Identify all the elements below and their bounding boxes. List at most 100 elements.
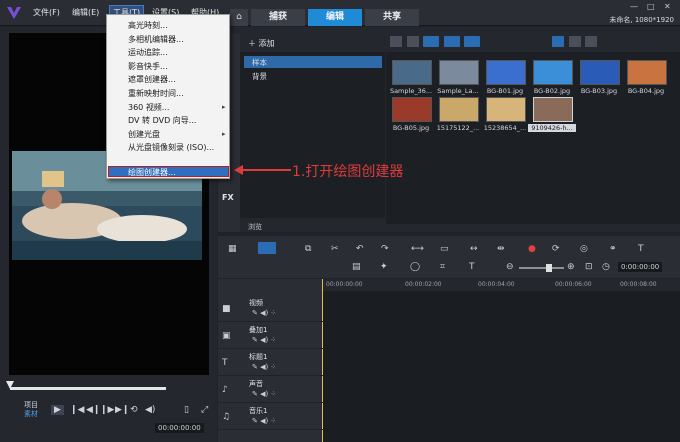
tools-menu-item[interactable]: 高光時刻...: [128, 20, 168, 31]
close-button[interactable]: ✕: [664, 2, 671, 11]
snapshot-icon[interactable]: ▭: [440, 244, 449, 254]
tools-menu-item[interactable]: 360 视频...: [128, 102, 169, 113]
fit-icon[interactable]: ⟷: [411, 244, 424, 254]
sort-icon[interactable]: [585, 36, 598, 47]
crop-icon[interactable]: ⌗: [440, 262, 445, 272]
thumbnail-label: BG-B03.jpg: [580, 87, 618, 95]
track-controls[interactable]: ✎ ◀) ⁘: [252, 336, 276, 344]
redo-icon[interactable]: ↷: [381, 244, 389, 254]
menu-file[interactable]: 文件(F): [33, 7, 60, 18]
thumbnail-label: BG-B01.jpg: [486, 87, 524, 95]
menu-item-paint-creator[interactable]: 绘图创建器...: [128, 167, 176, 178]
tab-share[interactable]: 共享: [365, 9, 419, 26]
title-track-icon: T: [222, 358, 228, 368]
mixer-icon[interactable]: ◎: [580, 244, 588, 254]
media-thumbnail[interactable]: [439, 97, 479, 122]
ruler-tick-label: 00:00:02:00: [405, 281, 442, 288]
link-icon[interactable]: ⚭: [609, 244, 617, 254]
record-icon[interactable]: ●: [528, 244, 536, 254]
tools-menu-item[interactable]: 影音快手...: [128, 61, 168, 72]
zoom-out-icon[interactable]: ⊖: [506, 262, 514, 272]
step-forward-icon[interactable]: ❙▶: [100, 405, 114, 415]
copy-icon[interactable]: ⧉: [305, 244, 311, 254]
effects-icon[interactable]: ✦: [380, 262, 388, 272]
media-thumbnail[interactable]: [580, 60, 620, 85]
zoom-slider[interactable]: [519, 267, 564, 269]
video-filter-icon[interactable]: [423, 36, 440, 47]
storyboard-view-icon[interactable]: ▦: [228, 244, 237, 254]
track-controls[interactable]: ✎ ◀) ⁘: [252, 417, 276, 425]
maximize-button[interactable]: □: [647, 2, 655, 11]
project-title-info: 未命名, 1080*1920: [609, 16, 674, 24]
undo-icon[interactable]: ↶: [356, 244, 364, 254]
track-controls[interactable]: ✎ ◀) ⁘: [252, 309, 276, 317]
zoom-in-icon[interactable]: ⊕: [567, 262, 575, 272]
multitrim-icon[interactable]: ⇹: [497, 244, 505, 254]
cut-icon[interactable]: ✂: [331, 244, 339, 254]
timeline-toolbar: [218, 236, 680, 278]
fullscreen-icon[interactable]: ⤢: [201, 405, 208, 415]
mask-icon[interactable]: ◯: [410, 262, 420, 272]
folder-item-sample[interactable]: 样本: [252, 57, 267, 68]
volume-icon[interactable]: ◀): [145, 405, 155, 415]
fit-project-icon[interactable]: ⊡: [585, 262, 593, 272]
grid-icon[interactable]: ▤: [352, 262, 361, 272]
menu-edit[interactable]: 编辑(E): [72, 7, 99, 18]
media-thumbnail[interactable]: [392, 60, 432, 85]
next-icon[interactable]: ▶❙: [115, 405, 129, 415]
tools-menu-item[interactable]: 遮罩创建器...: [128, 74, 176, 85]
zoom-slider-handle[interactable]: [546, 264, 552, 272]
image-filter-icon[interactable]: [443, 36, 460, 47]
media-thumbnail[interactable]: [486, 97, 526, 122]
tools-menu-item[interactable]: 运动追踪...: [128, 47, 168, 58]
preview-scrubber[interactable]: [10, 387, 166, 390]
device-icon[interactable]: ▯: [184, 405, 189, 415]
thumbnail-label: 15238654_...: [483, 124, 527, 132]
project-clip-switch[interactable]: 项目 素材: [24, 401, 38, 419]
media-thumbnail[interactable]: [533, 97, 573, 122]
title-icon[interactable]: T: [638, 244, 644, 254]
browse-button[interactable]: 浏览: [248, 222, 262, 232]
tools-menu-item[interactable]: 多相机编辑器...: [128, 34, 184, 45]
clock-icon[interactable]: ◷: [602, 262, 610, 272]
step-back-icon[interactable]: ◀❙: [86, 405, 100, 415]
timeline-view-icon[interactable]: [258, 242, 276, 254]
music-track-icon: ♫: [222, 412, 231, 422]
app-logo-icon: [7, 7, 21, 19]
tools-menu-item[interactable]: DV 转 DVD 向导...: [128, 115, 196, 126]
track-controls[interactable]: ✎ ◀) ⁘: [252, 390, 276, 398]
play-icon[interactable]: ▶: [51, 405, 64, 415]
split-icon[interactable]: ↔: [470, 244, 478, 254]
thumbnail-label: BG-B02.jpg: [533, 87, 571, 95]
tab-capture[interactable]: 捕获: [251, 9, 305, 26]
ruler-tick-label: 00:00:08:00: [620, 281, 657, 288]
media-thumbnail[interactable]: [486, 60, 526, 85]
preview-timecode[interactable]: 00:00:00:00: [155, 423, 204, 433]
folder-item-background[interactable]: 背景: [252, 71, 267, 82]
minimize-button[interactable]: —: [630, 2, 638, 11]
list-view-icon[interactable]: [568, 36, 581, 47]
media-thumbnail[interactable]: [627, 60, 667, 85]
fx-icon[interactable]: FX: [222, 193, 234, 202]
folder-icon[interactable]: [390, 36, 402, 47]
timeline-timecode[interactable]: 0:00:00:00: [618, 262, 663, 272]
thumbnail-view-icon[interactable]: [552, 36, 564, 47]
gear-icon[interactable]: [406, 36, 419, 47]
media-thumbnail[interactable]: [439, 60, 479, 85]
subtitle-icon[interactable]: T: [469, 262, 475, 272]
timeline-tracks[interactable]: [323, 291, 680, 442]
track-controls[interactable]: ✎ ◀) ⁘: [252, 363, 276, 371]
media-thumbnail[interactable]: [392, 97, 432, 122]
repeat-icon[interactable]: ⟲: [130, 405, 138, 415]
add-folder-button[interactable]: ＋ 添加: [248, 38, 275, 49]
tools-menu-item[interactable]: 重新映射时间...: [128, 88, 184, 99]
prev-icon[interactable]: ❙◀: [70, 405, 84, 415]
audio-filter-icon[interactable]: [464, 36, 481, 47]
tools-menu-item[interactable]: 从光盘镜像刻录 (ISO)...: [128, 142, 214, 153]
submenu-arrow-icon: ▸: [222, 102, 226, 111]
tools-menu-item[interactable]: 创建光盘: [128, 129, 160, 140]
home-icon[interactable]: ⌂: [230, 9, 248, 26]
tab-edit[interactable]: 编辑: [308, 9, 362, 26]
media-thumbnail[interactable]: [533, 60, 573, 85]
motion-icon[interactable]: ⟳: [552, 244, 560, 254]
